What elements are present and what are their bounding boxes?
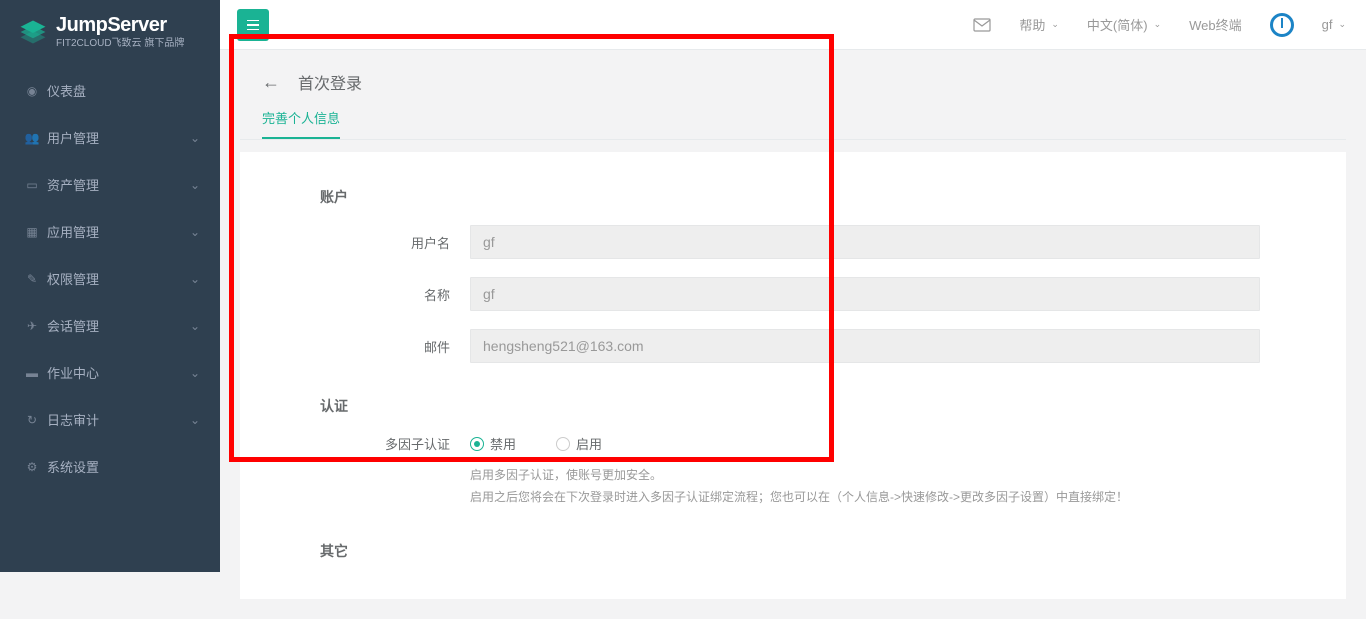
sidebar-item-sessions[interactable]: ✈ 会话管理⌄ <box>0 302 220 349</box>
row-mfa: 多因子认证 禁用 启用 <box>270 434 1316 453</box>
chevron-down-icon: ⌄ <box>190 319 200 333</box>
th-icon: ▦ <box>25 225 39 239</box>
sidebar-item-users[interactable]: 👥 用户管理⌄ <box>0 114 220 161</box>
sidebar-item-apps[interactable]: ▦ 应用管理⌄ <box>0 208 220 255</box>
edit-icon: ✎ <box>25 272 39 286</box>
gears-icon: ⚙ <box>25 460 39 474</box>
help-line-2: 启用之后您将会在下次登录时进入多因子认证绑定流程；您也可以在（个人信息->快速修… <box>470 487 1260 509</box>
tabs: 完善个人信息 <box>240 108 1346 140</box>
user-dropdown[interactable]: gf ⌄ <box>1322 17 1346 32</box>
history-icon: ↻ <box>25 413 39 427</box>
row-username: 用户名 <box>270 225 1316 259</box>
radio-mfa-disable[interactable]: 禁用 <box>470 434 516 453</box>
chevron-down-icon: ⌄ <box>190 272 200 286</box>
topbar: 帮助 ⌄ 中文(简体) ⌄ Web终端 gf ⌄ <box>220 0 1366 50</box>
sidebar-item-perms[interactable]: ✎ 权限管理⌄ <box>0 255 220 302</box>
webterminal-link[interactable]: Web终端 <box>1189 15 1242 34</box>
form-panel: 账户 用户名 名称 邮件 认证 多因子认证 禁用 启用 <box>240 152 1346 599</box>
row-email: 邮件 <box>270 329 1316 363</box>
input-name <box>470 277 1260 311</box>
hamburger-button[interactable] <box>237 9 269 41</box>
chevron-down-icon: ⌄ <box>1154 19 1162 30</box>
chevron-down-icon: ⌄ <box>190 366 200 380</box>
language-label: 中文(简体) <box>1087 15 1148 34</box>
radio-dot <box>470 437 484 451</box>
section-auth: 认证 <box>270 381 1316 434</box>
sidebar: JumpServer FIT2CLOUD飞致云 旗下品牌 ◉仪表盘 👥用户管理⌄… <box>0 0 220 572</box>
radio-mfa-enable[interactable]: 启用 <box>556 434 602 453</box>
input-username <box>470 225 1260 259</box>
nav-label: 用户管理 <box>47 128 190 147</box>
nav-label: 作业中心 <box>47 363 190 382</box>
nav-label: 仪表盘 <box>47 81 200 100</box>
back-arrow-icon[interactable]: ← <box>262 72 280 93</box>
chevron-down-icon: ⌄ <box>190 225 200 239</box>
tab-profile[interactable]: 完善个人信息 <box>262 108 340 139</box>
chevron-down-icon: ⌄ <box>190 178 200 192</box>
chevron-down-icon: ⌄ <box>190 131 200 145</box>
radio-label: 禁用 <box>490 434 516 453</box>
input-email <box>470 329 1260 363</box>
app-subtitle: FIT2CLOUD飞致云 旗下品牌 <box>56 39 184 49</box>
mail-icon[interactable] <box>973 18 991 32</box>
label-username: 用户名 <box>270 233 470 252</box>
laptop-icon: ▭ <box>25 178 39 192</box>
chevron-down-icon: ⌄ <box>1338 19 1346 30</box>
page-title: 首次登录 <box>298 70 362 94</box>
username-label: gf <box>1322 17 1333 32</box>
help-label: 帮助 <box>1019 15 1045 34</box>
label-mfa: 多因子认证 <box>270 434 470 453</box>
sidebar-item-settings[interactable]: ⚙ 系统设置 <box>0 443 220 490</box>
language-dropdown[interactable]: 中文(简体) ⌄ <box>1087 15 1161 34</box>
label-name: 名称 <box>270 285 470 304</box>
chevron-down-icon: ⌄ <box>190 413 200 427</box>
logo-icon <box>18 17 48 47</box>
app-title: JumpServer <box>56 15 184 35</box>
row-name: 名称 <box>270 277 1316 311</box>
power-button[interactable] <box>1270 13 1294 37</box>
nav-label: 系统设置 <box>47 457 200 476</box>
help-dropdown[interactable]: 帮助 ⌄ <box>1019 15 1059 34</box>
section-account: 账户 <box>270 172 1316 225</box>
users-icon: 👥 <box>25 131 39 145</box>
logo-area: JumpServer FIT2CLOUD飞致云 旗下品牌 <box>0 0 220 67</box>
mfa-help-text: 启用多因子认证，使账号更加安全。 启用之后您将会在下次登录时进入多因子认证绑定流… <box>470 465 1260 508</box>
nav-label: 日志审计 <box>47 410 190 429</box>
nav-label: 权限管理 <box>47 269 190 288</box>
label-email: 邮件 <box>270 337 470 356</box>
nav-list: ◉仪表盘 👥用户管理⌄ ▭资产管理⌄ ▦应用管理⌄ ✎权限管理⌄ ✈会话管理⌄ … <box>0 67 220 490</box>
radio-dot <box>556 437 570 451</box>
section-other: 其它 <box>270 526 1316 579</box>
sidebar-item-dashboard[interactable]: ◉ 仪表盘 <box>0 67 220 114</box>
terminal-icon: ▬ <box>25 366 39 380</box>
chevron-down-icon: ⌄ <box>1051 19 1059 30</box>
dashboard-icon: ◉ <box>25 84 39 98</box>
help-line-1: 启用多因子认证，使账号更加安全。 <box>470 465 1260 487</box>
sidebar-item-assets[interactable]: ▭ 资产管理⌄ <box>0 161 220 208</box>
main-area: 帮助 ⌄ 中文(简体) ⌄ Web终端 gf ⌄ ← 首次登录 完善个人信息 账户 用… <box>220 0 1366 619</box>
nav-label: 会话管理 <box>47 316 190 335</box>
rocket-icon: ✈ <box>25 319 39 333</box>
sidebar-item-jobs[interactable]: ▬ 作业中心⌄ <box>0 349 220 396</box>
power-icon <box>1270 13 1294 37</box>
sidebar-item-audits[interactable]: ↻ 日志审计⌄ <box>0 396 220 443</box>
nav-label: 应用管理 <box>47 222 190 241</box>
nav-label: 资产管理 <box>47 175 190 194</box>
radio-label: 启用 <box>576 434 602 453</box>
page-header: ← 首次登录 <box>240 50 1346 108</box>
